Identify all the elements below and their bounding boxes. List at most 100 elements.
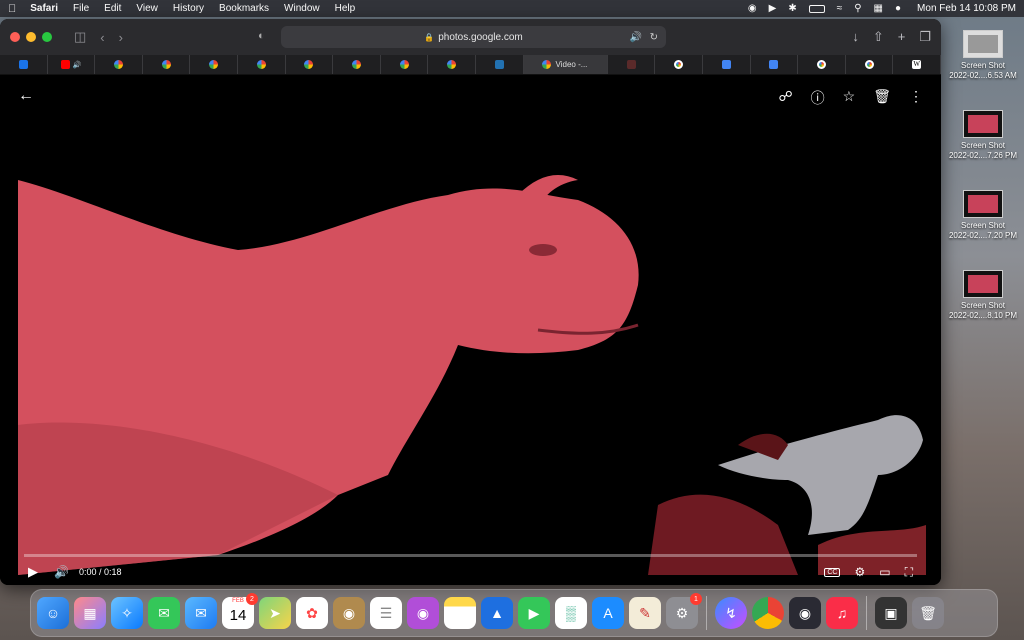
tab-photos[interactable]	[381, 55, 429, 74]
chrome-icon[interactable]	[752, 597, 784, 629]
play-status-icon[interactable]: ▶	[769, 3, 777, 14]
new-tab-icon[interactable]: +	[898, 29, 906, 45]
grammarly-icon[interactable]: ◉	[748, 3, 757, 14]
tab-google[interactable]	[798, 55, 846, 74]
menu-edit[interactable]: Edit	[104, 3, 121, 14]
close-window-button[interactable]	[10, 32, 20, 42]
info-icon[interactable]: ⓘ	[811, 88, 825, 108]
tab-youtube[interactable]: 🔊	[48, 55, 96, 74]
fullscreen-icon[interactable]: ⛶	[905, 565, 913, 580]
airplay-icon[interactable]: ▭	[879, 565, 890, 579]
calendar-app-icon[interactable]: FEB 14 2	[222, 593, 258, 629]
tab-active-video[interactable]: Video -...	[523, 55, 608, 74]
control-center-icon[interactable]: ▦	[874, 3, 883, 14]
tab-photos[interactable]	[238, 55, 286, 74]
browser-window: ◫ ‹ › ◐ 🔒 photos.google.com 🔊 ↻ ↓ ⇧ + ❐ …	[0, 19, 941, 585]
forward-icon[interactable]: ›	[119, 30, 123, 45]
podcasts-icon[interactable]: ◉	[407, 597, 439, 629]
downloads-stack-icon[interactable]: ▣	[875, 597, 907, 629]
tab-overview-icon[interactable]: ❐	[919, 29, 931, 45]
bluetooth-icon[interactable]: ✱	[788, 3, 796, 14]
menu-help[interactable]: Help	[335, 3, 356, 14]
address-bar[interactable]: 🔒 photos.google.com 🔊 ↻	[281, 26, 666, 48]
menu-clock[interactable]: Mon Feb 14 10:08 PM	[917, 3, 1016, 14]
desktop-file[interactable]: Screen Shot 2022-02....6.53 AM	[942, 30, 1024, 110]
maps-icon[interactable]: ➤	[259, 597, 291, 629]
privacy-shield-icon[interactable]: ◐	[258, 30, 265, 42]
tab-calendar[interactable]	[0, 55, 48, 74]
messages-icon[interactable]: ✉	[148, 597, 180, 629]
finder-icon[interactable]: ☺	[37, 597, 69, 629]
reload-icon[interactable]: ↻	[650, 32, 658, 43]
menu-bookmarks[interactable]: Bookmarks	[219, 3, 269, 14]
tab-photos[interactable]	[333, 55, 381, 74]
messenger-icon[interactable]: ↯	[715, 597, 747, 629]
tab-docs[interactable]	[751, 55, 799, 74]
tab-google[interactable]	[846, 55, 894, 74]
mail-icon[interactable]: ✉	[185, 597, 217, 629]
numbers-icon[interactable]: ▒	[555, 597, 587, 629]
favorite-star-icon[interactable]: ☆	[843, 88, 856, 108]
tab-photos[interactable]	[143, 55, 191, 74]
photos-icon[interactable]: ✿	[296, 597, 328, 629]
video-progress-bar[interactable]	[24, 554, 917, 557]
wifi-icon[interactable]: ≈	[837, 3, 843, 14]
file-name: Screen Shot	[960, 141, 1006, 150]
google-icon	[674, 60, 684, 69]
volume-icon[interactable]: 🔊	[54, 565, 69, 579]
siri-icon[interactable]: ●	[895, 3, 901, 14]
pages-icon[interactable]: ✎	[629, 597, 661, 629]
tab-docs[interactable]	[703, 55, 751, 74]
system-preferences-icon[interactable]: ⚙ 1	[666, 593, 702, 629]
tab-photos[interactable]	[190, 55, 238, 74]
keynote-icon[interactable]: ▲	[481, 597, 513, 629]
more-options-icon[interactable]: ⋮	[909, 88, 923, 108]
trash-icon[interactable]: 🗑	[873, 88, 891, 108]
zoom-window-button[interactable]	[42, 32, 52, 42]
minimize-window-button[interactable]	[26, 32, 36, 42]
menu-view[interactable]: View	[136, 3, 158, 14]
video-frame[interactable]	[18, 175, 926, 575]
speaker-icon[interactable]: 🔊	[73, 61, 82, 69]
music-icon[interactable]: ♫	[826, 597, 858, 629]
downloads-icon[interactable]: ↓	[852, 29, 859, 45]
spotlight-icon[interactable]: ⚲	[854, 3, 861, 14]
app-icon[interactable]: ◉	[333, 597, 365, 629]
reminders-icon[interactable]: ☰	[370, 597, 402, 629]
menu-window[interactable]: Window	[284, 3, 320, 14]
audio-playing-icon[interactable]: 🔊	[630, 32, 642, 43]
play-icon[interactable]: ▶	[28, 564, 38, 580]
facetime-icon[interactable]: ▶	[518, 597, 550, 629]
menu-file[interactable]: File	[73, 3, 89, 14]
share-icon[interactable]: ⇧	[873, 29, 884, 45]
url-text: photos.google.com	[438, 31, 523, 43]
tab-photos[interactable]	[428, 55, 476, 74]
trash-icon[interactable]: 🗑	[912, 597, 944, 629]
google-photos-icon	[209, 60, 219, 69]
tab-google[interactable]	[655, 55, 703, 74]
tab-wikipedia[interactable]: W	[893, 55, 941, 74]
desktop-file[interactable]: Screen Shot 2022-02....7.26 PM	[942, 110, 1024, 190]
app-store-icon[interactable]: A	[592, 597, 624, 629]
captions-button[interactable]: CC	[824, 567, 841, 577]
davinci-resolve-icon[interactable]: ◉	[789, 597, 821, 629]
notes-icon[interactable]	[444, 597, 476, 629]
menu-history[interactable]: History	[173, 3, 204, 14]
back-icon[interactable]: ‹	[100, 30, 104, 45]
desktop-file[interactable]: Screen Shot 2022-02....8.10 PM	[942, 270, 1024, 350]
tab-site[interactable]	[608, 55, 656, 74]
desktop-files: Screen Shot 2022-02....6.53 AM Screen Sh…	[942, 30, 1024, 350]
sidebar-icon[interactable]: ◫	[74, 29, 86, 45]
tab-photos[interactable]	[95, 55, 143, 74]
safari-icon[interactable]: ✧	[111, 597, 143, 629]
apple-icon[interactable]: 	[8, 3, 16, 15]
tab-wordpress[interactable]	[476, 55, 524, 74]
tab-photos[interactable]	[286, 55, 334, 74]
settings-gear-icon[interactable]: ⚙	[854, 565, 865, 579]
launchpad-icon[interactable]: ▦	[74, 597, 106, 629]
back-arrow-icon[interactable]: ←	[18, 87, 34, 105]
share-icon[interactable]: ☍	[778, 88, 792, 108]
battery-icon[interactable]	[808, 4, 825, 13]
menu-app[interactable]: Safari	[30, 3, 58, 14]
desktop-file[interactable]: Screen Shot 2022-02....7.20 PM	[942, 190, 1024, 270]
